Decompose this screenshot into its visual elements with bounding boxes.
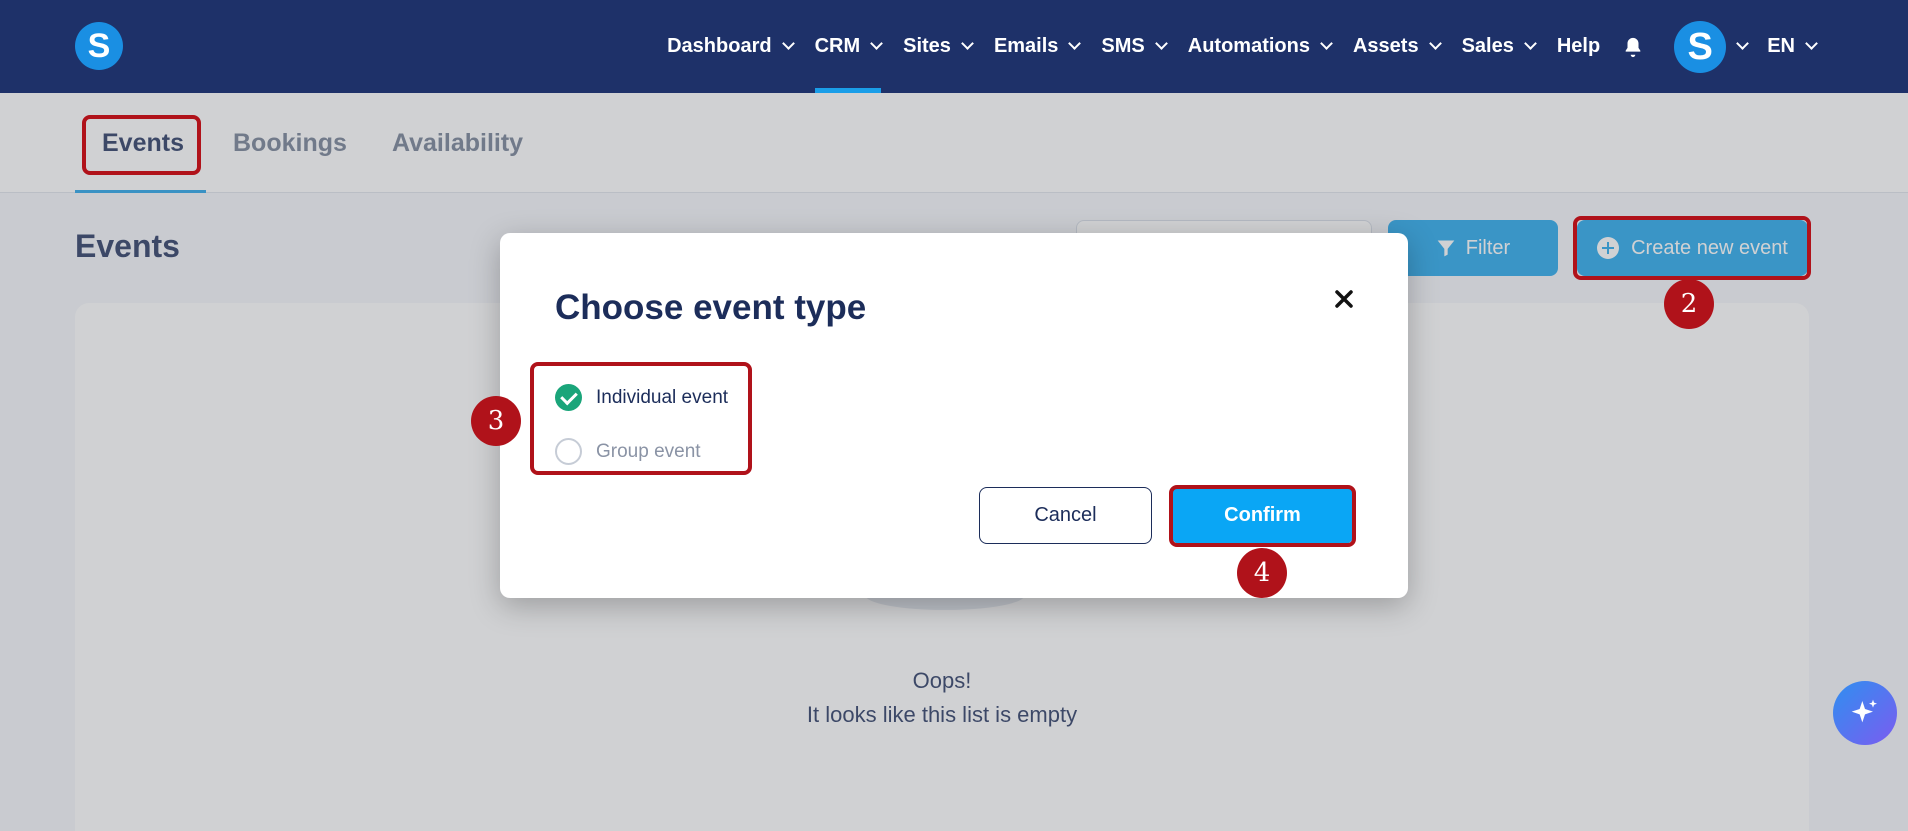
- step-badge-2: 2: [1664, 279, 1714, 329]
- chevron-down-icon: [1320, 37, 1333, 50]
- nav-item-assets[interactable]: Assets: [1352, 0, 1442, 93]
- nav-label: Assets: [1352, 35, 1419, 57]
- chevron-down-icon: [1736, 37, 1750, 50]
- nav-label: Sites: [903, 35, 951, 57]
- step-badge-3: 3: [471, 396, 521, 446]
- nav-menu: Dashboard CRM Sites Emails SMS Automatio…: [667, 0, 1908, 93]
- chevron-down-icon: [1523, 37, 1537, 50]
- nav-label: Dashboard: [667, 35, 772, 57]
- sparkle-icon: [1851, 699, 1877, 723]
- modal-title: Choose event type: [555, 288, 867, 327]
- nav-label: Help: [1556, 35, 1601, 57]
- nav-label: Automations: [1187, 35, 1310, 57]
- nav-label: Emails: [993, 35, 1059, 57]
- nav-label: Sales: [1461, 35, 1514, 57]
- logo[interactable]: S: [75, 22, 123, 70]
- highlight-create-button: [1573, 216, 1811, 280]
- bell-icon[interactable]: [1622, 36, 1644, 58]
- avatar[interactable]: S: [1674, 20, 1727, 73]
- chevron-down-icon: [1068, 37, 1082, 50]
- nav-item-emails[interactable]: Emails: [993, 0, 1082, 93]
- nav-item-automations[interactable]: Automations: [1187, 0, 1333, 93]
- top-navbar: S Dashboard CRM Sites Emails SMS Automat…: [0, 0, 1908, 93]
- ai-assistant-button[interactable]: [1833, 681, 1897, 745]
- nav-item-sites[interactable]: Sites: [903, 0, 974, 93]
- nav-item-help[interactable]: Help: [1557, 0, 1600, 93]
- chevron-down-icon: [1428, 37, 1442, 50]
- user-menu-toggle[interactable]: [1736, 0, 1750, 93]
- nav-label: CRM: [814, 35, 861, 57]
- highlight-events-tab: [82, 115, 201, 175]
- language-label: EN: [1767, 35, 1795, 57]
- highlight-confirm-button: [1169, 485, 1356, 547]
- language-selector[interactable]: EN: [1767, 0, 1818, 93]
- chevron-down-icon: [961, 37, 974, 50]
- nav-item-sms[interactable]: SMS: [1101, 0, 1168, 93]
- chevron-down-icon: [781, 37, 795, 50]
- chevron-down-icon: [870, 37, 883, 50]
- chevron-down-icon: [1154, 37, 1168, 50]
- step-badge-4: 4: [1237, 548, 1287, 598]
- nav-item-sales[interactable]: Sales: [1461, 0, 1537, 93]
- chevron-down-icon: [1805, 37, 1818, 50]
- nav-label: SMS: [1101, 35, 1145, 57]
- cancel-button[interactable]: Cancel: [979, 487, 1152, 544]
- nav-item-crm[interactable]: CRM: [814, 0, 883, 93]
- nav-item-dashboard[interactable]: Dashboard: [667, 0, 795, 93]
- highlight-event-options: [530, 362, 752, 475]
- close-icon[interactable]: [1330, 285, 1358, 313]
